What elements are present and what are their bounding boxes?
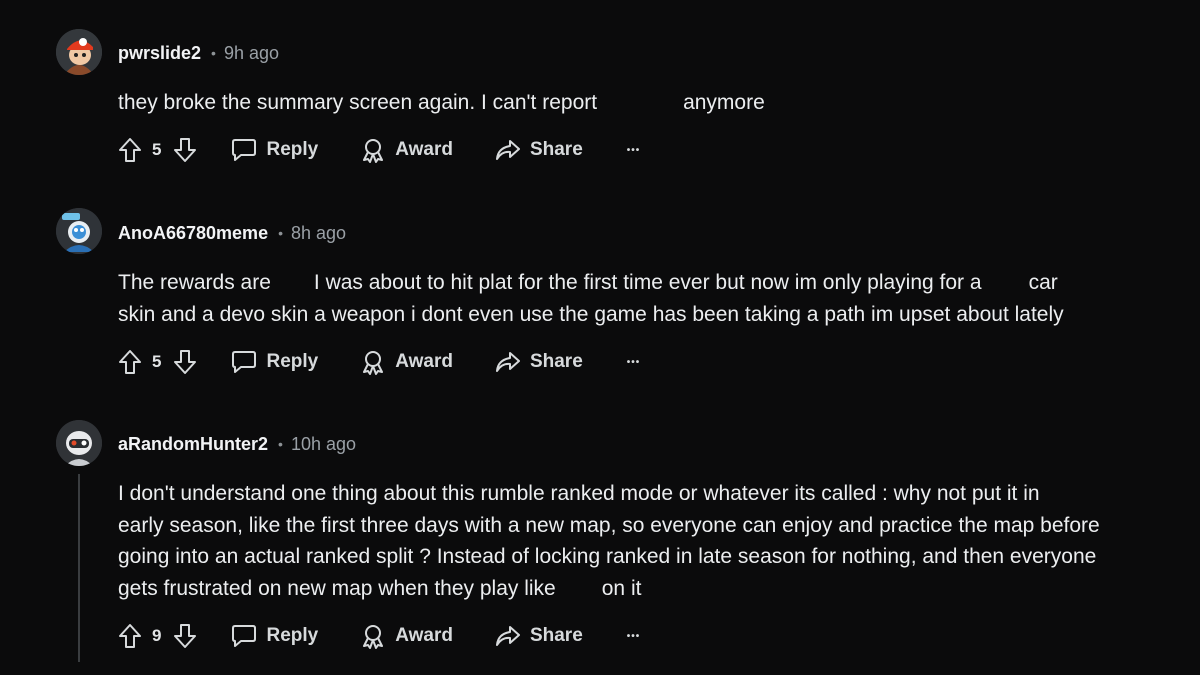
upvote-button[interactable] [118, 623, 142, 649]
comment-body: The rewards are I was about to hit plat f… [118, 267, 1163, 330]
downvote-arrow-icon [174, 350, 197, 374]
upvote-button[interactable] [118, 349, 142, 375]
reply-label: Reply [266, 139, 319, 160]
share-label: Share [529, 625, 583, 646]
vote-score: 5 [152, 140, 162, 159]
reply-button[interactable]: Reply [231, 623, 318, 649]
downvote-arrow-icon [174, 138, 197, 162]
upvote-button[interactable] [118, 137, 142, 163]
award-label: Award [395, 351, 453, 372]
more-options-icon: ••• [626, 144, 641, 156]
reply-label: Reply [266, 625, 319, 646]
more-options-button[interactable]: ••• [627, 631, 641, 642]
timestamp[interactable]: 10h ago [291, 434, 356, 455]
separator-dot: • [211, 45, 216, 61]
share-arrow-icon [495, 626, 520, 646]
avatar[interactable] [56, 29, 102, 75]
timestamp[interactable]: 9h ago [224, 43, 279, 64]
comment-actions: 5 Reply Award Share ••• [118, 348, 640, 376]
comment-actions: 9 Reply Award Share ••• [118, 622, 640, 650]
reply-button[interactable]: Reply [231, 349, 318, 375]
downvote-button[interactable] [173, 349, 197, 375]
award-button[interactable]: Award [360, 623, 453, 649]
vote-score: 5 [152, 352, 162, 371]
comment-line: going into an actual ranked split ? Inst… [118, 545, 1097, 568]
speech-bubble-icon [232, 139, 257, 161]
comment-meta: aRandomHunter2 • 10h ago [118, 432, 356, 456]
comment-line: The rewards are I was about to hit plat f… [118, 267, 1163, 299]
comment-line: I don't understand one thing about this … [118, 482, 1040, 505]
comment-line: skin and a devo skin a weapon i dont eve… [118, 302, 1064, 326]
share-arrow-icon [495, 140, 520, 160]
share-arrow-icon [495, 352, 520, 372]
upvote-arrow-icon [119, 624, 141, 648]
comment-body: I don't understand one thing about this … [118, 478, 1163, 604]
award-button[interactable]: Award [360, 349, 453, 375]
comment-text-segment: anymore [683, 91, 765, 114]
comment-meta: pwrslide2 • 9h ago [118, 41, 279, 65]
award-ribbon-icon [363, 625, 384, 649]
more-options-button[interactable]: ••• [627, 357, 641, 368]
share-button[interactable]: Share [495, 349, 583, 375]
comment-meta: AnoA66780meme • 8h ago [118, 221, 346, 245]
upvote-arrow-icon [119, 138, 141, 162]
share-label: Share [529, 139, 583, 160]
upvote-arrow-icon [119, 350, 141, 374]
avatar[interactable] [56, 420, 102, 466]
timestamp[interactable]: 8h ago [291, 223, 346, 244]
comment-line: gets frustrated on new map when they pla… [118, 573, 1163, 605]
comment-actions: 5 Reply Award Share ••• [118, 136, 640, 164]
downvote-button[interactable] [173, 623, 197, 649]
reply-label: Reply [266, 351, 319, 372]
reply-button[interactable]: Reply [231, 137, 318, 163]
avatar[interactable] [56, 208, 102, 254]
separator-dot: • [278, 225, 283, 241]
share-label: Share [529, 351, 583, 372]
comment-text-segment: gets frustrated on new map when they pla… [118, 576, 556, 600]
award-ribbon-icon [363, 139, 384, 163]
award-label: Award [395, 139, 453, 160]
award-label: Award [395, 625, 453, 646]
comment-text-segment: car [1028, 271, 1058, 294]
comment-line: early season, like the first three days … [118, 513, 1100, 537]
comment-text-segment: they broke the summary screen again. I c… [118, 91, 598, 114]
comment-text-segment: I was about to hit plat for the first ti… [313, 271, 982, 294]
more-options-icon: ••• [626, 356, 641, 368]
comment-body: they broke the summary screen again. I c… [118, 87, 1163, 119]
thread-line[interactable] [78, 474, 80, 662]
separator-dot: • [278, 436, 283, 452]
downvote-button[interactable] [173, 137, 197, 163]
award-button[interactable]: Award [360, 137, 453, 163]
more-options-icon: ••• [626, 630, 641, 642]
vote-score: 9 [152, 626, 162, 645]
downvote-arrow-icon [174, 624, 197, 648]
speech-bubble-icon [232, 625, 257, 647]
award-ribbon-icon [363, 351, 384, 375]
share-button[interactable]: Share [495, 623, 583, 649]
comment-text-segment: The rewards are [118, 271, 271, 294]
username[interactable]: pwrslide2 [118, 43, 201, 64]
comment-text-segment: on it [601, 576, 642, 600]
username[interactable]: AnoA66780meme [118, 223, 268, 244]
username[interactable]: aRandomHunter2 [118, 434, 268, 455]
speech-bubble-icon [232, 351, 257, 373]
share-button[interactable]: Share [495, 137, 583, 163]
more-options-button[interactable]: ••• [627, 145, 641, 156]
